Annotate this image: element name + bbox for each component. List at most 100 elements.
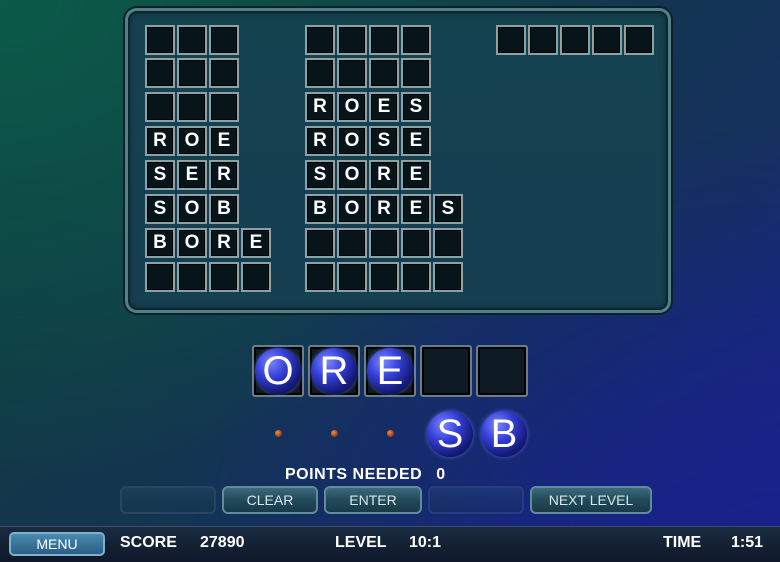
letter-cell xyxy=(401,58,431,88)
letter-cell xyxy=(401,262,431,292)
letter-cell xyxy=(177,58,207,88)
letter-cell xyxy=(369,58,399,88)
level-label: LEVEL xyxy=(335,534,387,551)
letter-cell: E xyxy=(401,160,431,190)
letter-cell xyxy=(241,262,271,292)
letter-cell: S xyxy=(145,160,175,190)
letter-cell xyxy=(401,25,431,55)
score-value: 27890 xyxy=(200,534,245,551)
disabled-button xyxy=(428,486,524,514)
letter-cell xyxy=(145,262,175,292)
letter-cell xyxy=(145,92,175,122)
next-level-button[interactable]: NEXT LEVEL xyxy=(530,486,652,514)
letter-cell: E xyxy=(401,126,431,156)
letter-cell xyxy=(337,58,367,88)
letter-cell: O xyxy=(337,194,367,224)
found-word: R O E xyxy=(145,126,239,156)
empty-rack-dot xyxy=(275,430,282,437)
letter-cell xyxy=(305,262,335,292)
letter-cell xyxy=(433,262,463,292)
letter-cell: R xyxy=(209,160,239,190)
letter-cell xyxy=(496,25,526,55)
word-slot xyxy=(305,228,463,258)
letter-cell xyxy=(592,25,622,55)
letter-cell xyxy=(401,228,431,258)
word-slot xyxy=(305,58,431,88)
time-label: TIME xyxy=(663,534,702,551)
letter-cell: E xyxy=(241,228,271,258)
empty-rack-dot xyxy=(331,430,338,437)
letter-cell xyxy=(369,25,399,55)
letter-cell: O xyxy=(337,92,367,122)
letter-cell xyxy=(528,25,558,55)
answer-slot[interactable]: E xyxy=(364,345,416,397)
menu-button[interactable]: MENU xyxy=(9,532,105,556)
answer-slot[interactable] xyxy=(476,345,528,397)
disabled-button xyxy=(120,486,216,514)
letter-tile[interactable]: R xyxy=(311,348,357,394)
letter-cell: E xyxy=(401,194,431,224)
points-needed-label: POINTS NEEDED xyxy=(285,466,423,483)
letter-cell: R xyxy=(209,228,239,258)
word-slot xyxy=(145,25,239,55)
level-value: 10:1 xyxy=(409,534,442,551)
letter-cell: S xyxy=(369,126,399,156)
enter-button[interactable]: ENTER xyxy=(324,486,422,514)
letter-cell xyxy=(177,262,207,292)
letter-cell: B xyxy=(145,228,175,258)
score-label: SCORE xyxy=(120,534,177,551)
letter-cell xyxy=(560,25,590,55)
word-slot xyxy=(305,262,463,292)
letter-cell xyxy=(337,228,367,258)
points-needed: POINTS NEEDED 0 xyxy=(285,466,446,484)
answer-slot[interactable]: R xyxy=(308,345,360,397)
letter-cell xyxy=(209,262,239,292)
letter-cell xyxy=(209,92,239,122)
letter-cell: R xyxy=(145,126,175,156)
letter-cell: B xyxy=(209,194,239,224)
letter-cell: O xyxy=(177,228,207,258)
letter-cell xyxy=(369,228,399,258)
letter-cell: O xyxy=(177,126,207,156)
letter-cell: E xyxy=(209,126,239,156)
letter-cell: S xyxy=(401,92,431,122)
letter-cell: B xyxy=(305,194,335,224)
letter-cell xyxy=(624,25,654,55)
letter-cell xyxy=(369,262,399,292)
letter-tile[interactable]: E xyxy=(367,348,413,394)
word-slot xyxy=(496,25,654,55)
found-word: B O R E xyxy=(145,228,271,258)
clear-button[interactable]: CLEAR xyxy=(222,486,318,514)
answer-slot[interactable]: O xyxy=(252,345,304,397)
found-word: S E R xyxy=(145,160,239,190)
letter-cell xyxy=(177,25,207,55)
rack-tile[interactable]: B xyxy=(481,411,527,457)
letter-cell: R xyxy=(369,194,399,224)
found-word: S O B xyxy=(145,194,239,224)
letter-cell xyxy=(337,25,367,55)
letter-cell xyxy=(337,262,367,292)
letter-cell xyxy=(145,25,175,55)
letter-cell xyxy=(145,58,175,88)
word-slot xyxy=(305,25,431,55)
found-word: R O E S xyxy=(305,92,431,122)
letter-cell xyxy=(433,228,463,258)
letter-cell xyxy=(305,228,335,258)
letter-cell: S xyxy=(433,194,463,224)
found-word: S O R E xyxy=(305,160,431,190)
empty-rack-dot xyxy=(387,430,394,437)
letter-cell: O xyxy=(337,126,367,156)
points-needed-value: 0 xyxy=(436,466,446,483)
letter-cell: R xyxy=(305,126,335,156)
time-value: 1:51 xyxy=(731,534,764,551)
letter-cell xyxy=(177,92,207,122)
letter-cell xyxy=(305,58,335,88)
rack-tile[interactable]: S xyxy=(427,411,473,457)
letter-tile[interactable]: O xyxy=(255,348,301,394)
letter-cell: E xyxy=(177,160,207,190)
letter-cell: O xyxy=(177,194,207,224)
word-slot xyxy=(145,58,239,88)
answer-slot[interactable] xyxy=(420,345,472,397)
word-slot xyxy=(145,92,239,122)
letter-cell: E xyxy=(369,92,399,122)
